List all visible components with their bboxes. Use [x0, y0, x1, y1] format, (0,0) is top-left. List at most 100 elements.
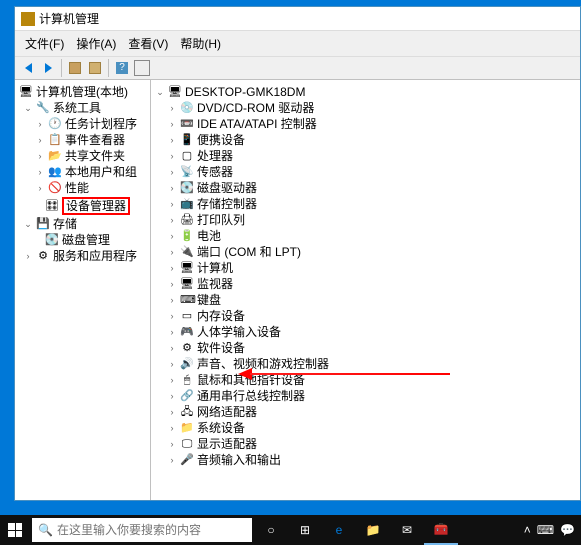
expand-icon[interactable]: › — [167, 295, 177, 305]
device-category[interactable]: ›🖥计算机 — [153, 260, 578, 276]
device-category[interactable]: ›📱便携设备 — [153, 132, 578, 148]
menu-action[interactable]: 操作(A) — [70, 33, 122, 54]
device-tree[interactable]: ⌄ 🖥 DESKTOP-GMK18DM ›💿DVD/CD-ROM 驱动器›📼ID… — [151, 80, 580, 500]
forward-button[interactable] — [39, 59, 57, 77]
notification-icon[interactable]: 💬 — [560, 523, 575, 537]
expand-icon[interactable]: › — [35, 151, 45, 161]
device-category[interactable]: ›📼IDE ATA/ATAPI 控制器 — [153, 116, 578, 132]
expand-icon[interactable]: › — [167, 375, 177, 385]
expand-icon[interactable]: › — [167, 279, 177, 289]
expand-icon[interactable]: › — [35, 183, 45, 193]
taskview-button[interactable]: ⊞ — [288, 515, 322, 545]
cortana-button[interactable]: ○ — [254, 515, 288, 545]
expand-icon[interactable]: › — [35, 135, 45, 145]
refresh-button[interactable] — [133, 59, 151, 77]
search-input[interactable] — [57, 523, 246, 537]
device-category[interactable]: ›💽磁盘驱动器 — [153, 180, 578, 196]
menu-file[interactable]: 文件(F) — [19, 33, 70, 54]
tree-event-viewer[interactable]: › 📋 事件查看器 — [17, 132, 148, 148]
mail-icon[interactable]: ✉ — [390, 515, 424, 545]
compmgmt-icon[interactable]: 🧰 — [424, 515, 458, 545]
expand-icon[interactable]: › — [167, 311, 177, 321]
category-icon: 🔗 — [180, 389, 194, 403]
tree-task-scheduler[interactable]: › 🕐 任务计划程序 — [17, 116, 148, 132]
device-category[interactable]: ›⚙软件设备 — [153, 340, 578, 356]
tree-root[interactable]: 🖥 计算机管理(本地) — [17, 84, 148, 100]
edge-icon[interactable]: e — [322, 515, 356, 545]
systray: ˄ ⌨ 💬 — [518, 523, 581, 537]
expand-icon[interactable]: › — [167, 167, 177, 177]
device-category[interactable]: ›🖧网络适配器 — [153, 404, 578, 420]
expand-icon[interactable]: › — [167, 407, 177, 417]
menu-view[interactable]: 查看(V) — [122, 33, 174, 54]
device-label: 端口 (COM 和 LPT) — [197, 245, 301, 259]
tree-shared-folders[interactable]: › 📂 共享文件夹 — [17, 148, 148, 164]
device-category[interactable]: ›🎮人体学输入设备 — [153, 324, 578, 340]
device-category[interactable]: ›🎤音频输入和输出 — [153, 452, 578, 468]
tree-system-tools[interactable]: ⌄ 🔧 系统工具 — [17, 100, 148, 116]
expand-icon[interactable]: › — [167, 119, 177, 129]
device-label: DVD/CD-ROM 驱动器 — [197, 101, 314, 115]
expand-icon[interactable]: › — [167, 215, 177, 225]
device-root[interactable]: ⌄ 🖥 DESKTOP-GMK18DM — [153, 84, 578, 100]
properties-button[interactable] — [86, 59, 104, 77]
category-icon: 📱 — [180, 133, 194, 147]
device-category[interactable]: ›📡传感器 — [153, 164, 578, 180]
expand-icon[interactable]: › — [167, 439, 177, 449]
expand-icon[interactable]: › — [35, 167, 45, 177]
back-button[interactable] — [19, 59, 37, 77]
menu-help[interactable]: 帮助(H) — [174, 33, 227, 54]
device-category[interactable]: ›💿DVD/CD-ROM 驱动器 — [153, 100, 578, 116]
start-button[interactable] — [0, 515, 30, 545]
expand-icon[interactable]: › — [167, 455, 177, 465]
device-category[interactable]: ›🔗通用串行总线控制器 — [153, 388, 578, 404]
collapse-icon[interactable]: ⌄ — [23, 219, 33, 229]
collapse-icon[interactable]: ⌄ — [155, 87, 165, 97]
device-category[interactable]: ›⌨键盘 — [153, 292, 578, 308]
device-category[interactable]: ›🔌端口 (COM 和 LPT) — [153, 244, 578, 260]
tree-disk-mgmt[interactable]: 💽 磁盘管理 — [17, 232, 148, 248]
separator — [61, 59, 62, 77]
expand-icon[interactable]: › — [167, 103, 177, 113]
tree-performance[interactable]: › 🚫 性能 — [17, 180, 148, 196]
expand-icon[interactable]: › — [167, 343, 177, 353]
expand-icon[interactable]: › — [167, 327, 177, 337]
device-label: 系统设备 — [197, 421, 245, 435]
help-button[interactable]: ? — [113, 59, 131, 77]
device-label: IDE ATA/ATAPI 控制器 — [197, 117, 317, 131]
expand-icon[interactable]: › — [167, 263, 177, 273]
device-category[interactable]: ›🔋电池 — [153, 228, 578, 244]
expand-icon[interactable]: › — [167, 391, 177, 401]
tree-local-users[interactable]: › 👥 本地用户和组 — [17, 164, 148, 180]
navigation-tree[interactable]: 🖥 计算机管理(本地) ⌄ 🔧 系统工具 › 🕐 任务计划程序 › 📋 事件查看… — [15, 80, 151, 500]
expand-icon[interactable]: › — [167, 183, 177, 193]
device-category[interactable]: ›▭内存设备 — [153, 308, 578, 324]
device-category[interactable]: ›📺存储控制器 — [153, 196, 578, 212]
tree-device-manager[interactable]: 🎛 设备管理器 — [17, 196, 148, 216]
searchbar[interactable]: 🔍 — [32, 518, 252, 542]
device-category[interactable]: ›📁系统设备 — [153, 420, 578, 436]
device-category[interactable]: ›🖨打印队列 — [153, 212, 578, 228]
device-label: 电池 — [197, 229, 221, 243]
expand-icon[interactable]: › — [167, 247, 177, 257]
expand-icon[interactable]: › — [167, 359, 177, 369]
expand-icon[interactable]: › — [167, 199, 177, 209]
explorer-icon[interactable]: 📁 — [356, 515, 390, 545]
device-category[interactable]: ›🖱鼠标和其他指针设备 — [153, 372, 578, 388]
expand-icon[interactable]: › — [167, 231, 177, 241]
expand-icon[interactable]: › — [167, 423, 177, 433]
tree-storage[interactable]: ⌄ 💾 存储 — [17, 216, 148, 232]
collapse-icon[interactable]: ⌄ — [23, 103, 33, 113]
device-category[interactable]: ›🖥监视器 — [153, 276, 578, 292]
device-category[interactable]: ›🖵显示适配器 — [153, 436, 578, 452]
keyboard-icon[interactable]: ⌨ — [537, 523, 554, 537]
device-category[interactable]: ›▢处理器 — [153, 148, 578, 164]
expand-icon[interactable]: › — [23, 251, 33, 261]
show-hide-button[interactable] — [66, 59, 84, 77]
expand-icon[interactable]: › — [35, 119, 45, 129]
tray-expand-icon[interactable]: ˄ — [524, 523, 531, 537]
expand-icon[interactable]: › — [167, 151, 177, 161]
tree-services[interactable]: › ⚙ 服务和应用程序 — [17, 248, 148, 264]
device-category[interactable]: ›🔊声音、视频和游戏控制器 — [153, 356, 578, 372]
expand-icon[interactable]: › — [167, 135, 177, 145]
